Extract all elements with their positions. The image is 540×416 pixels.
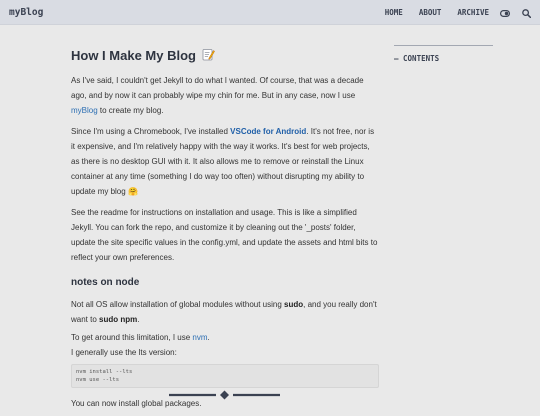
theme-toggle-icon[interactable]	[500, 8, 510, 18]
post-article: How I Make My Blog As I've said, I could…	[71, 47, 379, 416]
hugging-face-emoji: 🤗	[127, 187, 138, 197]
main-nav: HOME ABOUT ARCHIVE	[385, 8, 531, 18]
sudo-npm-text: sudo npm	[99, 315, 138, 325]
code-block[interactable]: nvm install --lts nvm use --lts	[71, 364, 379, 389]
search-icon[interactable]	[521, 8, 531, 18]
paragraph-chromebook: Since I'm using a Chromebook, I've insta…	[71, 124, 379, 200]
paragraph-readme: See the readme for instructions on insta…	[71, 207, 378, 263]
nvm-link[interactable]: nvm	[192, 333, 207, 342]
text: . It's not free, nor is it expensive, an…	[71, 126, 375, 197]
text: to create my blog.	[97, 106, 164, 116]
toc-toggle[interactable]: — CONTENTS	[394, 54, 494, 64]
vscode-android-link[interactable]: VSCode for Android	[230, 127, 306, 136]
site-logo[interactable]: myBlog	[9, 7, 43, 18]
text: .	[207, 333, 210, 343]
paragraph-nvm: To get around this limitation, I use nvm…	[71, 330, 379, 345]
memo-icon	[202, 48, 215, 65]
section-heading-node: notes on node	[71, 277, 140, 289]
text: Since I'm using a Chromebook, I've insta…	[71, 126, 231, 136]
nav-home[interactable]: HOME	[385, 8, 403, 18]
toc-divider	[394, 45, 493, 46]
text: .	[137, 315, 140, 325]
table-of-contents: — CONTENTS	[394, 45, 494, 64]
myblog-link[interactable]: myBlog	[71, 106, 98, 115]
paragraph-lts: I generally use the lts version:	[71, 348, 177, 358]
code-line: nvm install --lts	[76, 369, 133, 376]
post-title-text: How I Make My Blog	[71, 48, 196, 63]
sudo-text: sudo	[284, 300, 304, 310]
text: Not all OS allow installation of global …	[71, 300, 285, 310]
paragraph-intro: As I've said, I couldn't get Jekyll to d…	[71, 73, 379, 119]
text: To get around this limitation, I use	[71, 333, 193, 343]
code-line: nvm use --lts	[76, 377, 120, 384]
site-header: myBlog HOME ABOUT ARCHIVE	[0, 0, 540, 25]
nav-archive[interactable]: ARCHIVE	[457, 8, 489, 18]
text: As I've said, I couldn't get Jekyll to d…	[71, 76, 364, 101]
post-title: How I Make My Blog	[71, 47, 379, 64]
diamond-divider-icon	[169, 389, 280, 401]
paragraph-global-modules: Not all OS allow installation of global …	[71, 297, 379, 327]
nav-about[interactable]: ABOUT	[419, 8, 442, 18]
